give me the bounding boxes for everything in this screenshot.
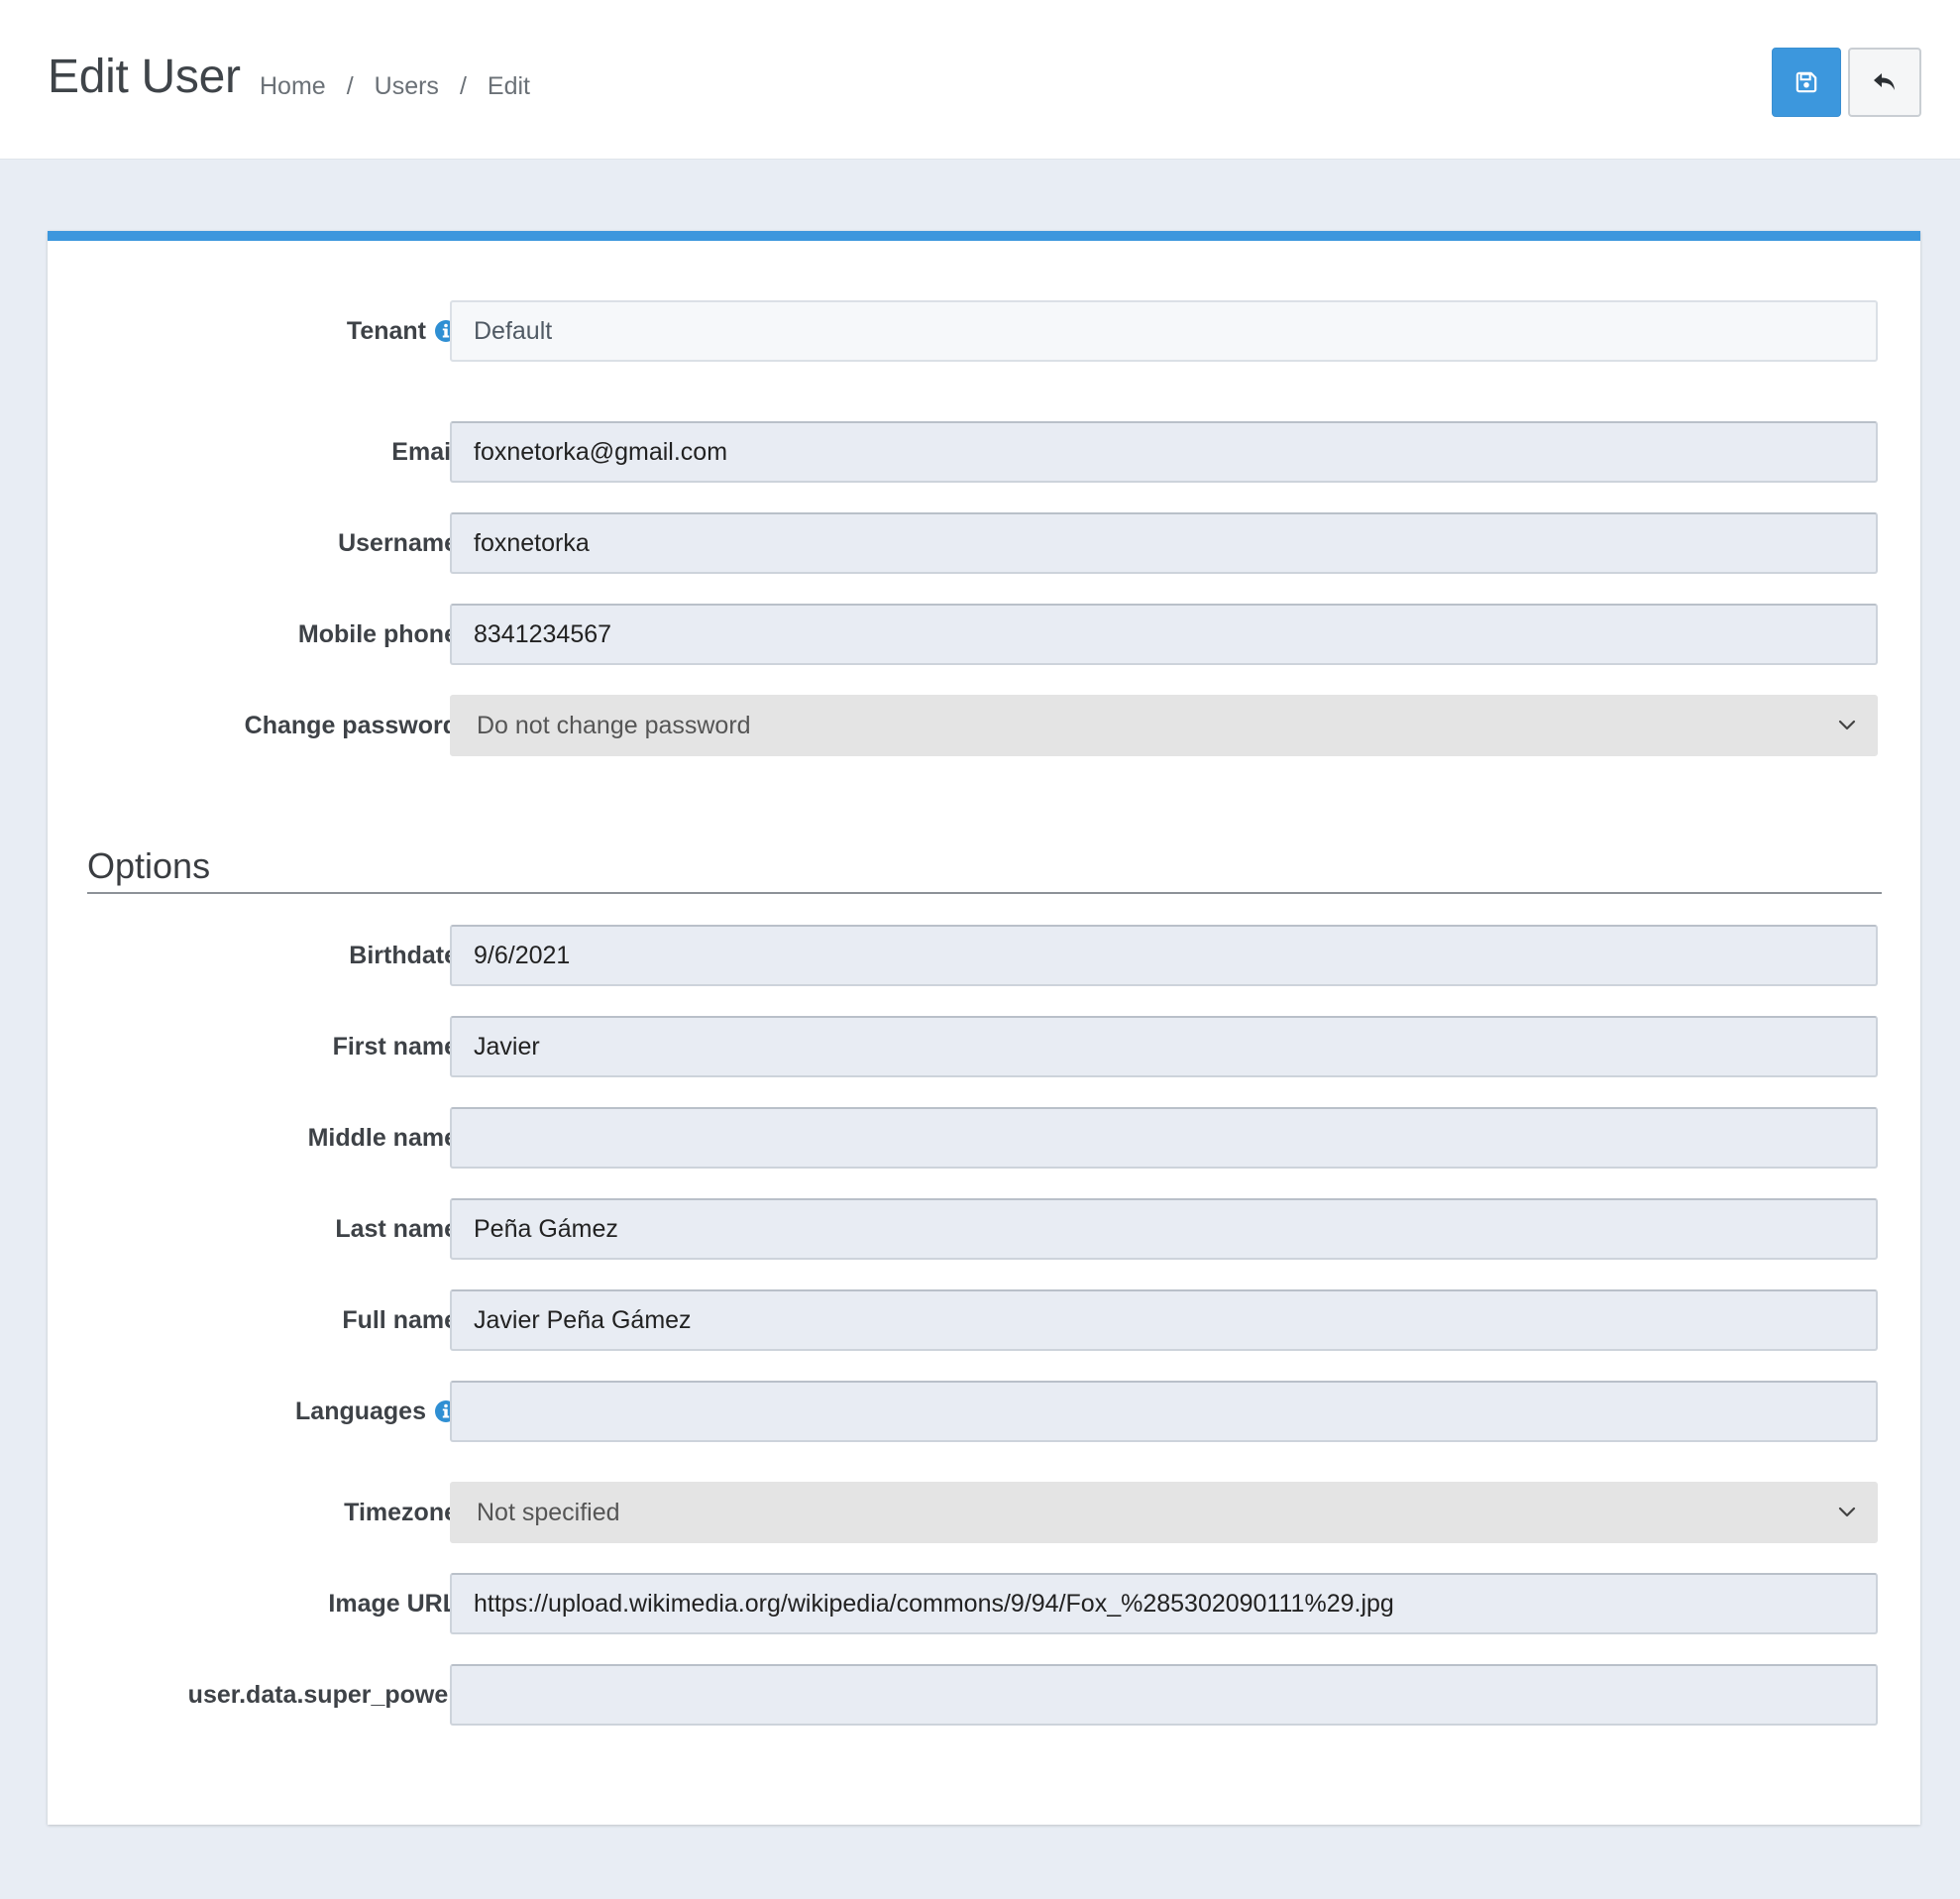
form-row-super-power: user.data.super_power [48, 1664, 1920, 1726]
save-button[interactable] [1772, 48, 1841, 117]
first-name-field[interactable]: Javier [450, 1016, 1878, 1077]
email-label: Email [391, 437, 458, 466]
breadcrumb-separator: / [346, 72, 354, 100]
languages-label-text: Languages [295, 1396, 426, 1425]
form-row-change-password: Change password Do not change password [48, 695, 1920, 756]
birthdate-field[interactable]: 9/6/2021 [450, 925, 1878, 986]
image-url-field[interactable]: https://upload.wikimedia.org/wikipedia/c… [450, 1573, 1878, 1634]
languages-field[interactable] [450, 1381, 1878, 1442]
breadcrumb-home-link[interactable]: Home [260, 72, 326, 101]
back-button[interactable] [1848, 48, 1921, 117]
page-header: Edit User Home / Users / Edit [0, 0, 1960, 160]
breadcrumb: Home / Users / Edit [260, 72, 530, 101]
section-divider [87, 892, 1882, 894]
breadcrumb-separator: / [459, 72, 467, 100]
timezone-selected-value: Not specified [477, 1498, 620, 1526]
form-row-middle-name: Middle name [48, 1107, 1920, 1169]
breadcrumb-users-link[interactable]: Users [375, 72, 439, 101]
birthdate-label: Birthdate [349, 941, 458, 969]
form-row-tenant: Tenant Default [48, 300, 1920, 362]
image-url-label: Image URL [328, 1589, 458, 1618]
timezone-select[interactable]: Not specified [450, 1482, 1878, 1543]
super-power-field[interactable] [450, 1664, 1878, 1726]
last-name-label: Last name [335, 1214, 458, 1243]
mobile-phone-field[interactable]: 8341234567 [450, 604, 1878, 665]
page-title: Edit User [48, 51, 241, 103]
chevron-down-icon [1838, 720, 1856, 731]
middle-name-label: Middle name [307, 1123, 458, 1152]
floppy-disk-icon [1796, 71, 1817, 93]
full-name-label: Full name [342, 1305, 458, 1334]
form-row-full-name: Full name Javier Peña Gámez [48, 1289, 1920, 1351]
mobile-phone-label: Mobile phone [297, 619, 458, 648]
full-name-field[interactable]: Javier Peña Gámez [450, 1289, 1878, 1351]
form-row-timezone: Timezone Not specified [48, 1482, 1920, 1543]
middle-name-field[interactable] [450, 1107, 1878, 1169]
chevron-down-icon [1838, 1507, 1856, 1518]
form-row-image-url: Image URL https://upload.wikimedia.org/w… [48, 1573, 1920, 1634]
form-row-last-name: Last name Peña Gámez [48, 1198, 1920, 1260]
languages-label: Languages [295, 1381, 458, 1442]
first-name-label: First name [332, 1032, 458, 1061]
form-row-mobile-phone: Mobile phone 8341234567 [48, 604, 1920, 665]
reply-arrow-icon [1874, 73, 1895, 90]
change-password-select[interactable]: Do not change password [450, 695, 1878, 756]
super-power-label: user.data.super_power [187, 1680, 458, 1709]
change-password-selected-value: Do not change password [477, 711, 751, 739]
form-row-email: Email foxnetorka@gmail.com [48, 421, 1920, 483]
form-row-first-name: First name Javier [48, 1016, 1920, 1077]
email-field[interactable]: foxnetorka@gmail.com [450, 421, 1878, 483]
tenant-label: Tenant [347, 300, 458, 362]
form-row-languages: Languages [48, 1381, 1920, 1442]
tenant-label-text: Tenant [346, 316, 426, 345]
change-password-label: Change password [244, 711, 458, 739]
edit-user-form-card: Tenant Default Email foxnetorka@gmail.co… [48, 231, 1920, 1825]
form-row-birthdate: Birthdate 9/6/2021 [48, 925, 1920, 986]
last-name-field[interactable]: Peña Gámez [450, 1198, 1878, 1260]
username-label: Username [338, 528, 458, 557]
tenant-field: Default [450, 300, 1878, 362]
options-section-title: Options [87, 845, 211, 886]
timezone-label: Timezone [344, 1498, 458, 1526]
username-field[interactable]: foxnetorka [450, 512, 1878, 574]
form-row-username: Username foxnetorka [48, 512, 1920, 574]
breadcrumb-current: Edit [487, 72, 530, 100]
